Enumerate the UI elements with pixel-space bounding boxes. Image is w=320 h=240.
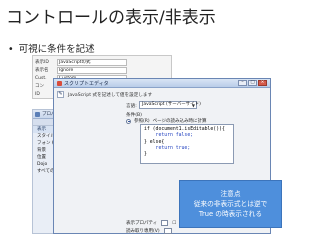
language-label: 言語:	[126, 104, 137, 109]
visibility-label: 表示プロパティ	[126, 221, 158, 226]
bullet-text: 可視に条件を記述	[18, 44, 95, 55]
callout-line-3: True の時表示される	[198, 210, 263, 218]
script-icon[interactable]: ✎	[57, 91, 64, 98]
visibility-row: 表示プロパティ ☐	[126, 220, 176, 226]
app-icon	[57, 80, 62, 86]
dialog-description: JavaScript 式を記述して値を設定します	[68, 92, 153, 98]
grid-value[interactable]: JavaScriptの式	[57, 58, 127, 66]
grid-key: 表示ID	[35, 60, 49, 65]
code-editor[interactable]: if (document1.isEditable()){ return fals…	[140, 124, 234, 164]
dialog-toolbar: ✎ JavaScript 式を記述して値を設定します	[57, 91, 152, 98]
note-callout: 注意点 従来の非表示式とは逆で True の時表示される	[179, 180, 282, 228]
maximize-button[interactable]: □	[248, 80, 257, 86]
grid-row: 表示名 Ignore	[35, 66, 127, 74]
readonly-label: 読み取り専用(V)	[126, 229, 160, 234]
bullet-dot: •	[8, 44, 14, 55]
window-controls: – □ ×	[238, 80, 267, 86]
callout-heading: 注意点	[220, 190, 241, 198]
bullet-item: • 可視に条件を記述	[8, 41, 95, 55]
callout-line-2: 従来の非表示式とは逆で	[193, 200, 268, 208]
mode-radio[interactable]	[126, 118, 131, 124]
grid-value[interactable]: Ignore	[57, 66, 127, 74]
readonly-checkbox[interactable]	[163, 228, 172, 234]
code-line: }	[144, 152, 147, 158]
grid-row: 表示ID JavaScriptの式	[35, 58, 127, 66]
slide-title: コントロールの表示/非表示	[6, 8, 216, 28]
grid-key: 表示名	[35, 68, 49, 73]
dialog-title: スクリプトエディタ	[64, 80, 109, 87]
visibility-checkbox[interactable]	[161, 220, 169, 226]
properties-icon	[35, 111, 40, 117]
minimize-button[interactable]: –	[238, 80, 247, 86]
chevron-down-icon: ▼	[191, 103, 195, 108]
readonly-row: 読み取り専用(V)	[126, 228, 172, 234]
dialog-titlebar: スクリプトエディタ – □ ×	[54, 79, 270, 88]
close-button[interactable]: ×	[258, 80, 267, 86]
language-select[interactable]: JavaScript (サーバーサイド) ▼	[139, 101, 201, 109]
visibility-value: ☐	[172, 220, 177, 226]
